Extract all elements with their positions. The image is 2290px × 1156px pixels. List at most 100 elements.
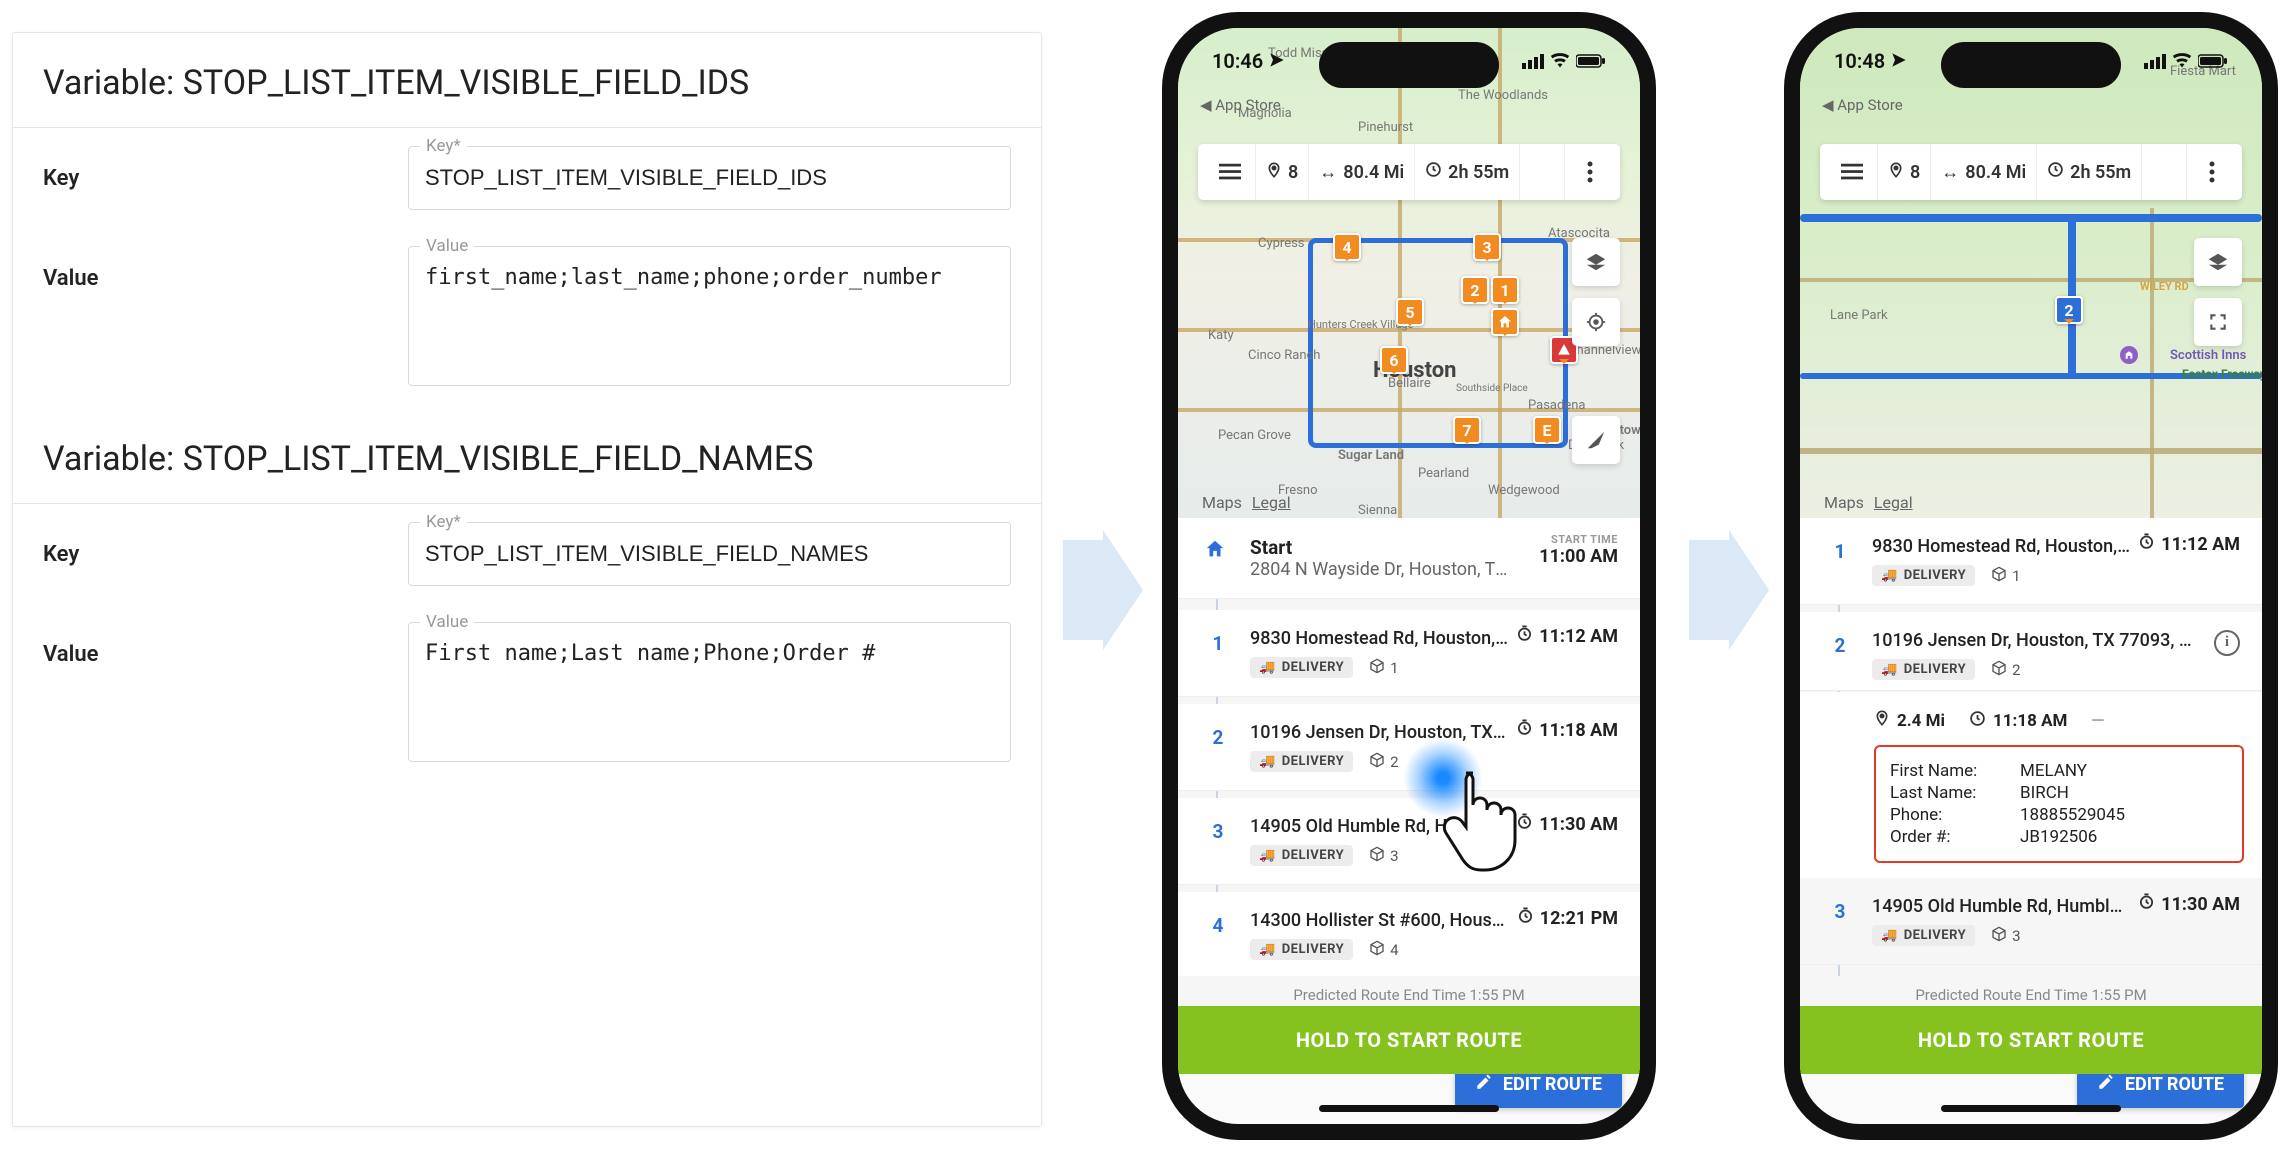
stop-row[interactable]: 3 14905 Old Humble Rd, Humble… 🚚DELIVERY… — [1800, 878, 2262, 965]
phone-frame-2: 10:48 ◀ App Store Fiesta Mart Lane Park … — [1784, 12, 2278, 1140]
separator: — — [2091, 711, 2104, 731]
distance-icon: ↔ — [1941, 162, 1959, 183]
field-key: Last Name: — [1890, 783, 2020, 803]
truck-icon: 🚚 — [1881, 928, 1898, 943]
map-credit: Maps — [1824, 493, 1864, 512]
box-icon — [1369, 658, 1385, 678]
back-to-appstore[interactable]: ◀ App Store — [1200, 96, 1281, 114]
box-count: 1 — [1390, 659, 1398, 677]
key-legend-2: Key* — [420, 512, 467, 532]
box-count: 3 — [2012, 927, 2020, 945]
home-indicator[interactable] — [1941, 1105, 2121, 1112]
menu-button[interactable] — [1204, 144, 1256, 200]
toolbar-more-button[interactable] — [1564, 144, 1614, 200]
toolbar-more-button[interactable] — [2186, 144, 2236, 200]
field-value: 18885529045 — [2020, 805, 2125, 825]
map-label: WILEY RD — [2140, 280, 2189, 293]
stop-start-addr: 2804 N Wayside Dr, Houston, TX 77… — [1250, 559, 1510, 580]
box-icon — [1991, 566, 2007, 586]
field-key: First Name: — [1890, 761, 2020, 781]
map-stop-marker[interactable]: 4 — [1333, 233, 1361, 261]
stop-row[interactable]: 1 9830 Homestead Rd, Houston,… 🚚DELIVERY… — [1178, 610, 1640, 697]
map-label: Sugar Land — [1338, 448, 1404, 463]
map-home-marker[interactable] — [1491, 308, 1519, 336]
value-input-1[interactable] — [408, 246, 1011, 386]
eta-icon — [1516, 719, 1533, 741]
stop-time: 11:12 AM — [1539, 626, 1618, 647]
key-legend-1: Key* — [420, 136, 467, 156]
truck-icon: 🚚 — [1259, 754, 1276, 769]
hold-start-route-button[interactable]: HOLD TO START ROUTE — [1178, 1006, 1640, 1074]
custom-fields-box: First Name:MELANY Last Name:BIRCH Phone:… — [1874, 745, 2244, 863]
map-current-stop-marker[interactable]: 2 — [2055, 296, 2083, 324]
stop-row[interactable]: 3 14905 Old Humble Rd, H… 🚚DELIVERY 3 11… — [1178, 798, 1640, 885]
signal-icon — [2144, 54, 2166, 69]
hold-start-route-button[interactable]: HOLD TO START ROUTE — [1800, 1006, 2262, 1074]
truck-icon: 🚚 — [1881, 662, 1898, 677]
stop-row[interactable]: 1 9830 Homestead Rd, Houston,… 🚚DELIVERY… — [1800, 518, 2262, 605]
stop-addr: 9830 Homestead Rd, Houston,… — [1872, 536, 2132, 557]
key-input-2[interactable] — [408, 522, 1011, 586]
layers-button[interactable] — [1572, 238, 1620, 286]
compass-button[interactable] — [1572, 416, 1620, 464]
layers-button[interactable] — [2194, 238, 2242, 286]
map-label: Sienna — [1358, 503, 1397, 518]
map-label: Wedgewood — [1488, 483, 1560, 498]
key-input-1[interactable] — [408, 146, 1011, 210]
map-label: Cinco Ranch — [1248, 348, 1320, 363]
toolbar-duration: 2h 55m — [1448, 162, 1509, 183]
value-legend-2: Value — [420, 612, 474, 632]
stop-addr: 9830 Homestead Rd, Houston,… — [1250, 628, 1510, 649]
eta-icon — [2138, 893, 2155, 915]
home-indicator[interactable] — [1319, 1105, 1499, 1112]
clock-icon — [2047, 161, 2064, 183]
stop-number: 4 — [1204, 914, 1232, 937]
value-label-2: Value — [43, 622, 408, 767]
truck-icon: 🚚 — [1259, 942, 1276, 957]
stop-details: 2.4 Mi 11:18 AM — First Name:MELANY Last… — [1800, 692, 2262, 883]
map-label: Scottish Inns — [2170, 348, 2246, 363]
value-legend-1: Value — [420, 236, 474, 256]
poi-icon — [2120, 346, 2138, 364]
status-time: 10:46 — [1212, 49, 1263, 73]
map-legal[interactable]: Legal — [1252, 493, 1291, 512]
value-input-2[interactable] — [408, 622, 1011, 762]
fullscreen-button[interactable] — [2194, 298, 2242, 346]
map-label: Pinehurst — [1358, 120, 1413, 135]
menu-button[interactable] — [1826, 144, 1878, 200]
box-icon — [1369, 846, 1385, 866]
map-stop-marker[interactable]: 7 — [1453, 416, 1481, 444]
map-stop-marker[interactable]: 2 — [1461, 276, 1489, 304]
pin-icon — [1266, 160, 1282, 185]
box-count: 1 — [2012, 567, 2020, 585]
map-legal[interactable]: Legal — [1874, 493, 1913, 512]
stop-list[interactable]: Start 2804 N Wayside Dr, Houston, TX 77…… — [1178, 518, 1640, 1014]
locate-button[interactable] — [1572, 298, 1620, 346]
stop-row[interactable]: 4 14300 Hollister St #600, Houst… 🚚DELIV… — [1178, 892, 1640, 979]
stop-time: 11:30 AM — [2161, 894, 2240, 915]
map-stop-marker[interactable]: 6 — [1380, 346, 1408, 374]
map-end-marker[interactable]: E — [1533, 416, 1561, 444]
info-icon[interactable]: i — [2214, 630, 2240, 656]
stop-row-start[interactable]: Start 2804 N Wayside Dr, Houston, TX 77…… — [1178, 518, 1640, 599]
map-stop-marker[interactable]: 3 — [1473, 233, 1501, 261]
field-value: BIRCH — [2020, 783, 2069, 803]
stop-time: 11:30 AM — [1539, 814, 1618, 835]
truck-icon: 🚚 — [1881, 568, 1898, 583]
stop-list[interactable]: 1 9830 Homestead Rd, Houston,… 🚚DELIVERY… — [1800, 518, 2262, 1014]
map-stop-marker[interactable]: 1 — [1491, 276, 1519, 304]
pencil-icon — [2097, 1073, 2115, 1096]
map-label: Pasadena — [1528, 398, 1585, 413]
box-count: 2 — [1390, 753, 1398, 771]
stop-number: 2 — [1826, 634, 1854, 657]
field-key: Order #: — [1890, 827, 2020, 847]
back-to-appstore[interactable]: ◀ App Store — [1822, 96, 1903, 114]
stop-row[interactable]: 2 10196 Jensen Dr, Houston, TX… 🚚DELIVER… — [1178, 704, 1640, 791]
map-label: Eastex Freeway - North — [2182, 368, 2262, 381]
stop-row-expanded[interactable]: 2 10196 Jensen Dr, Houston, TX 77093, US… — [1800, 612, 2262, 691]
box-count: 2 — [2012, 661, 2020, 679]
stop-addr: 14905 Old Humble Rd, H… — [1250, 816, 1460, 837]
map-stop-marker[interactable]: 5 — [1396, 298, 1424, 326]
pin-icon — [1888, 160, 1904, 185]
stop-addr: 10196 Jensen Dr, Houston, TX… — [1250, 722, 1510, 743]
